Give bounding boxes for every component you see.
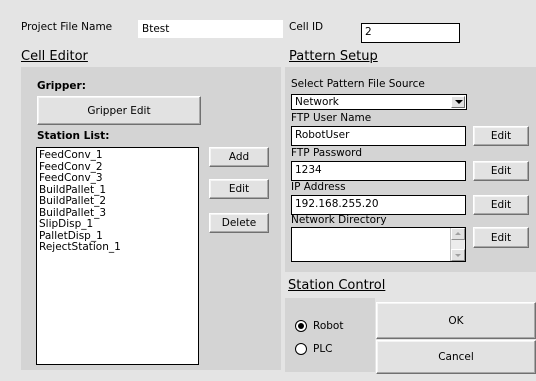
pattern-setup-panel: Select Pattern File Source Network FTP U…: [285, 67, 536, 272]
robot-radio-label[interactable]: Robot: [313, 320, 343, 332]
ip-address-edit-button[interactable]: Edit: [473, 195, 529, 215]
pattern-source-select[interactable]: Network: [291, 94, 467, 110]
station-list[interactable]: FeedConv_1 FeedConv_2 FeedConv_3 BuildPa…: [36, 147, 199, 365]
ftp-user-label: FTP User Name: [291, 112, 372, 124]
robot-radio[interactable]: [295, 320, 307, 332]
ftp-password-field[interactable]: 1234: [291, 161, 466, 181]
radio-selected-dot-icon: [298, 323, 304, 329]
pattern-setup-heading: Pattern Setup: [289, 49, 378, 64]
ftp-user-edit-button[interactable]: Edit: [473, 126, 529, 146]
project-file-name-field[interactable]: Btest: [138, 20, 283, 38]
scroll-up-arrow-icon[interactable]: [451, 228, 465, 240]
station-control-panel: Robot PLC: [285, 298, 375, 372]
cell-editor-panel: Gripper: Gripper Edit Station List: Feed…: [21, 67, 281, 370]
delete-station-button[interactable]: Delete: [209, 213, 269, 233]
plc-radio[interactable]: [295, 343, 307, 355]
gripper-label: Gripper:: [37, 80, 86, 92]
network-directory-edit-button[interactable]: Edit: [473, 227, 529, 248]
network-directory-label: Network Directory: [291, 214, 387, 226]
ftp-password-label: FTP Password: [291, 147, 362, 159]
station-control-heading: Station Control: [288, 278, 386, 293]
ip-address-field[interactable]: 192.168.255.20: [291, 195, 466, 215]
station-list-label: Station List:: [37, 130, 110, 142]
scroll-down-arrow-icon[interactable]: [451, 249, 465, 261]
cancel-button[interactable]: Cancel: [376, 340, 536, 374]
cell-id-field[interactable]: 2: [361, 23, 460, 43]
station-list-item[interactable]: FeedConv_3: [39, 172, 196, 185]
pattern-source-label: Select Pattern File Source: [291, 78, 425, 90]
cell-editor-heading: Cell Editor: [21, 49, 88, 64]
station-list-item[interactable]: BuildPallet_2: [39, 195, 196, 208]
ftp-user-field[interactable]: RobotUser: [291, 126, 466, 146]
dropdown-arrow-icon[interactable]: [451, 96, 465, 108]
station-list-item[interactable]: FeedConv_1: [39, 149, 196, 162]
plc-radio-label[interactable]: PLC: [313, 343, 333, 355]
gripper-edit-button[interactable]: Gripper Edit: [37, 96, 201, 125]
station-list-item[interactable]: SlipDisp_1: [39, 218, 196, 231]
network-directory-scrollbar[interactable]: [450, 228, 465, 261]
ftp-password-edit-button[interactable]: Edit: [473, 161, 529, 181]
network-directory-field[interactable]: [291, 227, 466, 262]
station-list-item[interactable]: RejectStation_1: [39, 241, 196, 254]
edit-station-button[interactable]: Edit: [209, 179, 269, 199]
ok-button[interactable]: OK: [376, 302, 536, 339]
pattern-source-value: Network: [295, 96, 339, 108]
ip-address-label: IP Address: [291, 181, 346, 193]
project-file-name-label: Project File Name: [21, 21, 113, 33]
add-station-button[interactable]: Add: [209, 147, 269, 167]
cell-id-label: Cell ID: [289, 21, 324, 33]
